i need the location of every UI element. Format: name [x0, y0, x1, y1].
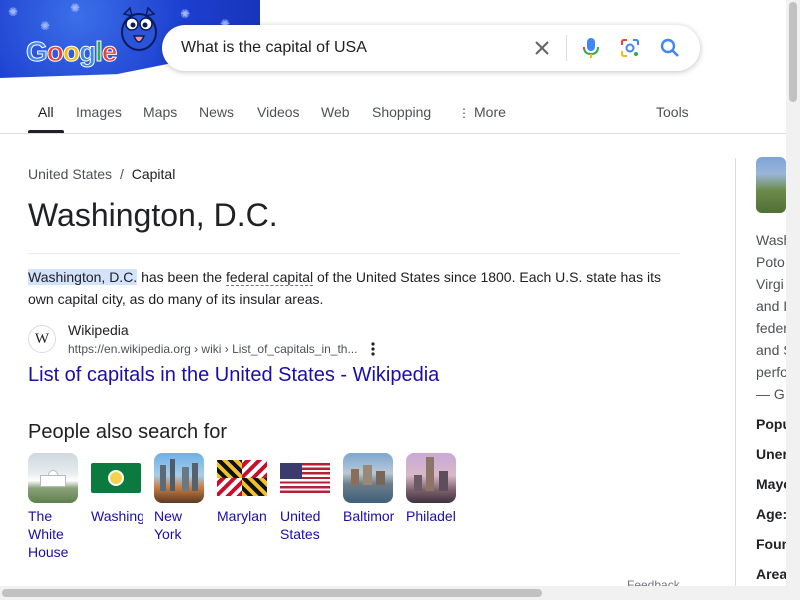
search-icon[interactable]: [656, 34, 684, 62]
pas-label: United States: [280, 508, 321, 542]
breadcrumb-separator: /: [119, 166, 124, 182]
tab-all[interactable]: All: [38, 104, 54, 120]
pas-item-washington[interactable]: Washing: [91, 453, 143, 525]
pas-item-philadelphia[interactable]: Philadel: [406, 453, 458, 525]
kp-fact-unemployment[interactable]: Uner: [756, 446, 788, 462]
washington-flag-thumbnail: [91, 453, 141, 503]
kp-description-line: and I: [756, 298, 788, 314]
pas-item-baltimore[interactable]: Baltimor: [343, 453, 395, 525]
tools-button[interactable]: Tools: [656, 104, 689, 120]
baltimore-thumbnail: [343, 453, 393, 503]
new-york-thumbnail: [154, 453, 204, 503]
source-name[interactable]: Wikipedia: [68, 322, 129, 338]
answer-divider: [28, 253, 680, 254]
pas-label: The White House: [28, 508, 69, 560]
doodle-mascot-icon[interactable]: [112, 4, 166, 54]
tab-images[interactable]: Images: [76, 104, 122, 120]
pas-label: Washing: [91, 508, 143, 524]
answer-title: Washington, D.C.: [28, 197, 278, 233]
source-link-title[interactable]: List of capitals in the United States - …: [28, 364, 439, 387]
tab-web[interactable]: Web: [321, 104, 350, 120]
more-options-icon[interactable]: [366, 340, 380, 358]
kp-fact-area[interactable]: Area: [756, 566, 787, 582]
tab-shopping[interactable]: Shopping: [372, 104, 431, 120]
clear-icon[interactable]: [528, 34, 556, 62]
snippet-highlight: Washington, D.C.: [28, 269, 138, 285]
search-box[interactable]: What is the capital of USA: [162, 25, 700, 71]
more-vertical-icon: ⋮: [458, 106, 470, 120]
breadcrumb-parent[interactable]: United States: [28, 166, 112, 182]
knowledge-panel-image[interactable]: [756, 157, 786, 213]
search-tabs: All Images Maps News Videos Web Shopping…: [0, 96, 800, 134]
pas-item-white-house[interactable]: The White House: [28, 453, 80, 561]
breadcrumb: United States / Capital: [28, 166, 175, 182]
snippet-text: has been the: [137, 269, 226, 285]
tab-maps[interactable]: Maps: [143, 104, 177, 120]
tab-more[interactable]: ⋮ More: [458, 104, 506, 120]
lens-camera-icon[interactable]: [616, 34, 644, 62]
tab-news[interactable]: News: [199, 104, 234, 120]
google-doodle-logo[interactable]: Google: [26, 36, 118, 68]
pas-item-new-york[interactable]: New York: [154, 453, 206, 543]
federal-capital-link[interactable]: federal capital: [225, 269, 314, 286]
kp-description-line: perfo: [756, 364, 788, 380]
sparkle-icon: ✺: [8, 5, 19, 19]
sparkle-icon: ✺: [40, 19, 51, 33]
microphone-icon[interactable]: [577, 34, 605, 62]
active-tab-indicator: [28, 130, 64, 133]
pas-label: New York: [154, 508, 183, 542]
breadcrumb-current: Capital: [131, 166, 176, 182]
search-divider: [566, 35, 567, 61]
knowledge-panel-divider: [735, 158, 736, 588]
wikipedia-favicon-icon: W: [28, 325, 56, 353]
vertical-scroll-thumb[interactable]: [789, 2, 797, 102]
kp-description-line: Poto: [756, 254, 785, 270]
people-also-search-heading: People also search for: [28, 421, 228, 443]
kp-fact-age[interactable]: Age:: [756, 506, 787, 522]
search-results-page: ✺ ✺ ✺ ✺ ✺ Google What is the capital of …: [0, 0, 800, 600]
answer-snippet: Washington, D.C. has been the federal ca…: [28, 266, 678, 310]
search-input[interactable]: What is the capital of USA: [181, 39, 367, 57]
pas-item-united-states[interactable]: United States: [280, 453, 332, 543]
tab-videos[interactable]: Videos: [257, 104, 300, 120]
tab-more-label: More: [474, 104, 506, 120]
maryland-flag-thumbnail: [217, 453, 267, 503]
kp-description-line: Virgi: [756, 276, 784, 292]
source-url[interactable]: https://en.wikipedia.org › wiki › List_o…: [68, 342, 357, 356]
pas-label: Marylan: [217, 508, 267, 524]
pas-item-maryland[interactable]: Marylan: [217, 453, 269, 525]
philadelphia-thumbnail: [406, 453, 456, 503]
horizontal-scroll-thumb[interactable]: [2, 589, 542, 597]
pas-label: Baltimor: [343, 508, 395, 524]
us-flag-thumbnail: [280, 453, 330, 503]
white-house-thumbnail: [28, 453, 78, 503]
sparkle-icon: ✺: [70, 1, 81, 15]
kp-source-line[interactable]: — G: [756, 386, 785, 402]
sparkle-icon: ✺: [180, 7, 191, 21]
pas-label: Philadel: [406, 508, 456, 524]
kp-description-line: feder: [756, 320, 788, 336]
